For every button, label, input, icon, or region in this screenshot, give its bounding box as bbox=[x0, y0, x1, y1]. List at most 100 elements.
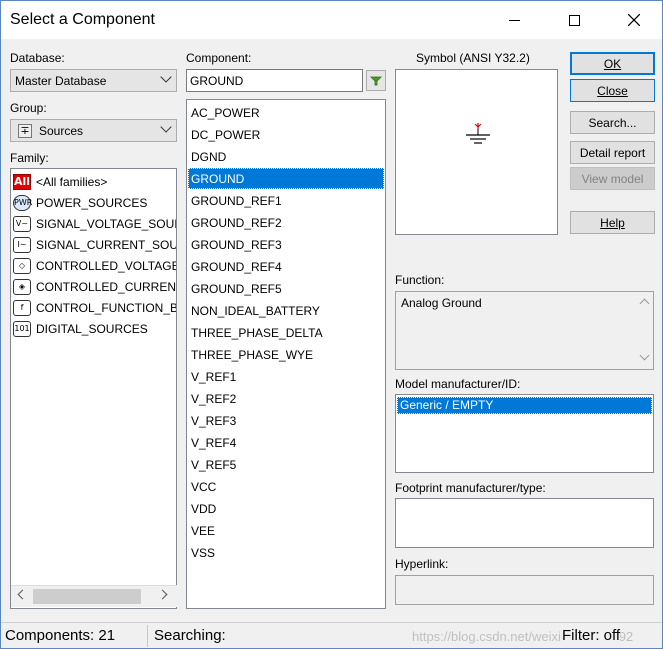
search-button[interactable]: Search... bbox=[570, 111, 655, 134]
symbol-preview bbox=[395, 69, 558, 235]
function-vertical-scrollbar[interactable] bbox=[636, 292, 653, 369]
component-item[interactable]: GROUND_REF3 bbox=[188, 234, 384, 255]
family-list[interactable]: All <All families> PWR POWER_SOURCES V~ … bbox=[10, 168, 177, 609]
maximize-icon bbox=[568, 14, 580, 26]
family-item-label: CONTROLLED_CURRENT bbox=[36, 279, 177, 294]
hyperlink-label: Hyperlink: bbox=[395, 557, 449, 571]
component-item[interactable]: V_REF5 bbox=[188, 454, 384, 475]
family-horizontal-scrollbar[interactable] bbox=[11, 585, 177, 607]
symbol-label: Symbol (ANSI Y32.2) bbox=[416, 51, 530, 65]
family-item-control-function[interactable]: f CONTROL_FUNCTION_B bbox=[13, 297, 177, 318]
close-button-label: Close bbox=[597, 83, 628, 98]
group-value: Sources bbox=[39, 123, 84, 138]
detail-report-button[interactable]: Detail report bbox=[570, 141, 655, 164]
database-value: Master Database bbox=[15, 73, 107, 88]
component-item[interactable]: V_REF2 bbox=[188, 388, 384, 409]
view-model-button-label: View model bbox=[581, 171, 644, 186]
searching-status: Searching: bbox=[154, 627, 226, 644]
maximize-button[interactable] bbox=[551, 1, 597, 39]
component-item[interactable]: V_REF3 bbox=[188, 410, 384, 431]
ok-button[interactable]: OK bbox=[570, 52, 655, 75]
digital-sources-icon: 101 bbox=[13, 320, 31, 337]
filter-button[interactable] bbox=[366, 70, 386, 91]
component-search-input[interactable]: GROUND bbox=[186, 69, 363, 92]
family-item-signal-current[interactable]: I~ SIGNAL_CURRENT_SOU bbox=[13, 234, 177, 255]
filter-status: Filter: off bbox=[562, 627, 621, 644]
power-sources-icon: PWR bbox=[13, 194, 32, 211]
function-value: Analog Ground bbox=[401, 296, 482, 310]
component-item[interactable]: GROUND_REF2 bbox=[188, 212, 384, 233]
select-component-dialog: Select a Component Database: Master Data… bbox=[0, 0, 663, 649]
family-item-digital-sources[interactable]: 101 DIGITAL_SOURCES bbox=[13, 318, 148, 339]
status-bar: Components: 21 Searching: https://blog.c… bbox=[1, 622, 662, 648]
family-item-label: POWER_SOURCES bbox=[36, 195, 148, 210]
family-item-label: SIGNAL_VOLTAGE_SOUI bbox=[36, 216, 177, 231]
function-textbox[interactable]: Analog Ground bbox=[395, 291, 654, 370]
component-item[interactable]: VEE bbox=[188, 520, 384, 541]
family-item-signal-voltage[interactable]: V~ SIGNAL_VOLTAGE_SOUI bbox=[13, 213, 177, 234]
component-item[interactable]: VDD bbox=[188, 498, 384, 519]
database-dropdown[interactable]: Master Database bbox=[10, 69, 177, 92]
component-item[interactable]: GROUND_REF5 bbox=[188, 278, 384, 299]
title-bar: Select a Component bbox=[1, 1, 662, 39]
component-item[interactable]: THREE_PHASE_WYE bbox=[188, 344, 384, 365]
help-button[interactable]: Help bbox=[570, 211, 655, 234]
model-list[interactable]: Generic / EMPTY bbox=[395, 394, 654, 473]
database-label: Database: bbox=[10, 51, 65, 65]
family-item-controlled-current[interactable]: ◈ CONTROLLED_CURRENT bbox=[13, 276, 177, 297]
detail-report-button-label: Detail report bbox=[579, 145, 646, 160]
component-item[interactable]: AC_POWER bbox=[188, 102, 384, 123]
ok-button-label: OK bbox=[603, 56, 622, 71]
family-item-controlled-voltage[interactable]: ◇ CONTROLLED_VOLTAGE bbox=[13, 255, 177, 276]
component-item[interactable]: DC_POWER bbox=[188, 124, 384, 145]
family-item-label: SIGNAL_CURRENT_SOU bbox=[36, 237, 177, 252]
chevron-down-icon bbox=[160, 71, 172, 83]
model-label: Model manufacturer/ID: bbox=[395, 377, 521, 391]
component-list[interactable]: AC_POWER DC_POWER DGND GROUND GROUND_REF1 GRO… bbox=[186, 99, 386, 609]
component-label: Component: bbox=[186, 51, 252, 65]
function-label: Function: bbox=[395, 273, 445, 287]
signal-current-icon: I~ bbox=[13, 236, 31, 253]
scroll-left-icon[interactable] bbox=[17, 589, 28, 600]
family-item-power-sources[interactable]: PWR POWER_SOURCES bbox=[13, 192, 147, 213]
component-item[interactable]: THREE_PHASE_DELTA bbox=[188, 322, 384, 343]
controlled-current-icon: ◈ bbox=[13, 278, 31, 295]
ground-symbol-icon bbox=[466, 123, 490, 144]
component-item[interactable]: GROUND_REF4 bbox=[188, 256, 384, 277]
component-item[interactable]: V_REF4 bbox=[188, 432, 384, 453]
family-label: Family: bbox=[10, 151, 49, 165]
scroll-down-icon[interactable] bbox=[639, 350, 650, 361]
component-item[interactable]: V_REF1 bbox=[188, 366, 384, 387]
all-families-icon: All bbox=[13, 173, 31, 190]
window-title: Select a Component bbox=[10, 11, 155, 28]
search-button-label: Search... bbox=[588, 115, 637, 130]
view-model-button[interactable]: View model bbox=[570, 167, 655, 190]
family-item-label: CONTROLLED_VOLTAGE bbox=[36, 258, 177, 273]
status-divider bbox=[147, 625, 148, 647]
control-function-icon: f bbox=[13, 299, 31, 316]
component-item[interactable]: NON_IDEAL_BATTERY bbox=[188, 300, 384, 321]
family-item-label: CONTROL_FUNCTION_B bbox=[36, 300, 177, 315]
scroll-up-icon[interactable] bbox=[639, 298, 650, 309]
component-item[interactable]: GROUND bbox=[188, 168, 384, 189]
minimize-button[interactable] bbox=[491, 1, 537, 39]
filter-icon bbox=[370, 76, 382, 85]
close-window-button[interactable] bbox=[611, 1, 657, 39]
footprint-label: Footprint manufacturer/type: bbox=[395, 481, 546, 495]
hyperlink-field[interactable] bbox=[395, 575, 654, 605]
footprint-list[interactable] bbox=[395, 498, 654, 548]
component-item[interactable]: VSS bbox=[188, 542, 384, 563]
controlled-voltage-icon: ◇ bbox=[13, 257, 31, 274]
chevron-down-icon bbox=[160, 121, 172, 133]
sources-icon: ∓ bbox=[18, 123, 32, 138]
component-item[interactable]: DGND bbox=[188, 146, 384, 167]
close-button[interactable]: Close bbox=[570, 79, 655, 102]
model-item[interactable]: Generic / EMPTY bbox=[397, 397, 652, 414]
component-item[interactable]: GROUND_REF1 bbox=[188, 190, 384, 211]
family-item-all[interactable]: All <All families> bbox=[13, 171, 107, 192]
component-item[interactable]: VCC bbox=[188, 476, 384, 497]
scroll-right-icon[interactable] bbox=[157, 589, 168, 600]
scrollbar-thumb[interactable] bbox=[33, 589, 141, 604]
group-label: Group: bbox=[10, 101, 47, 115]
group-dropdown[interactable]: ∓ Sources bbox=[10, 119, 177, 142]
